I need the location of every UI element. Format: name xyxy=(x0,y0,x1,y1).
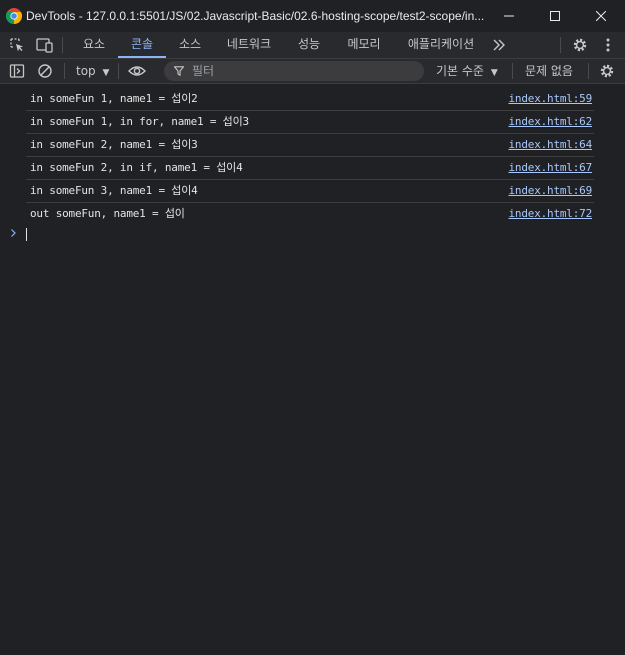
tab-divider xyxy=(560,37,561,53)
minimize-icon xyxy=(504,15,514,17)
toolbar-divider xyxy=(588,63,589,79)
console-message: in someFun 1, in for, name1 = 섭이3 index.… xyxy=(26,111,594,134)
device-toolbar-icon xyxy=(36,38,53,53)
source-link[interactable]: index.html:67 xyxy=(509,157,593,179)
inspect-element-icon xyxy=(10,38,23,52)
close-icon xyxy=(596,11,606,21)
chevron-double-right-icon xyxy=(493,39,505,51)
message-text: in someFun 3, name1 = 섭이4 xyxy=(30,184,198,197)
panel-tabbar: 요소 콘솔 소스 네트워크 성능 메모리 애플리케이션 xyxy=(0,32,625,59)
console-prompt[interactable] xyxy=(10,226,50,242)
text-cursor xyxy=(26,228,27,241)
message-text: in someFun 1, in for, name1 = 섭이3 xyxy=(30,115,249,128)
minimize-button[interactable] xyxy=(486,0,532,32)
maximize-button[interactable] xyxy=(532,0,578,32)
tab-elements[interactable]: 요소 xyxy=(70,32,118,58)
message-text: in someFun 2, name1 = 섭이3 xyxy=(30,138,198,151)
console-toolbar: top ▼ 필터 기본 수준 ▼ 문제 없음 xyxy=(0,59,625,84)
clear-console-button[interactable] xyxy=(34,59,56,83)
device-toolbar-button[interactable] xyxy=(34,32,56,58)
filter-placeholder: 필터 xyxy=(192,64,215,78)
tab-performance[interactable]: 성능 xyxy=(284,32,334,58)
message-text: in someFun 2, in if, name1 = 섭이4 xyxy=(30,161,243,174)
settings-button[interactable] xyxy=(568,32,592,58)
console-message: in someFun 2, name1 = 섭이3 index.html:64 xyxy=(26,134,594,157)
window-title: DevTools - 127.0.0.1:5501/JS/02.Javascri… xyxy=(26,9,485,23)
message-text: out someFun, name1 = 섭이 xyxy=(30,207,185,220)
source-link[interactable]: index.html:72 xyxy=(509,203,593,225)
console-message: in someFun 1, name1 = 섭이2 index.html:59 xyxy=(26,88,594,111)
tab-sources[interactable]: 소스 xyxy=(166,32,214,58)
log-levels-label: 기본 수준 xyxy=(436,64,484,78)
kebab-menu-icon xyxy=(606,38,610,52)
gear-icon xyxy=(600,64,614,78)
console-message: in someFun 3, name1 = 섭이4 index.html:69 xyxy=(26,180,594,203)
maximize-icon xyxy=(550,11,560,21)
chevron-right-icon xyxy=(11,229,16,237)
console-settings-button[interactable] xyxy=(596,59,618,83)
console-messages: in someFun 1, name1 = 섭이2 index.html:59 … xyxy=(0,88,600,225)
chrome-logo-icon xyxy=(6,8,22,24)
sidebar-toggle-icon xyxy=(9,64,25,78)
toolbar-divider xyxy=(64,63,65,79)
tab-network[interactable]: 네트워크 xyxy=(214,32,284,58)
context-label: top xyxy=(76,64,96,78)
clear-console-icon xyxy=(38,64,52,78)
tab-console[interactable]: 콘솔 xyxy=(118,32,166,58)
tab-memory[interactable]: 메모리 xyxy=(334,32,394,58)
toolbar-divider xyxy=(118,63,119,79)
window-titlebar: DevTools - 127.0.0.1:5501/JS/02.Javascri… xyxy=(0,0,625,32)
customize-menu-button[interactable] xyxy=(598,32,618,58)
source-link[interactable]: index.html:69 xyxy=(509,180,593,202)
issues-counter[interactable]: 문제 없음 xyxy=(525,59,573,83)
sidebar-toggle-button[interactable] xyxy=(6,59,28,83)
console-message: out someFun, name1 = 섭이 index.html:72 xyxy=(26,203,594,225)
gear-icon xyxy=(573,38,587,52)
tab-application[interactable]: 애플리케이션 xyxy=(396,32,486,58)
source-link[interactable]: index.html:59 xyxy=(509,88,593,110)
source-link[interactable]: index.html:64 xyxy=(509,134,593,156)
dropdown-arrow-icon: ▼ xyxy=(490,68,498,78)
more-tabs-button[interactable] xyxy=(488,32,510,58)
filter-input[interactable]: 필터 xyxy=(164,61,424,81)
inspect-element-button[interactable] xyxy=(6,32,28,58)
log-levels-dropdown[interactable]: 기본 수준 ▼ xyxy=(436,59,498,85)
live-expression-button[interactable] xyxy=(126,59,148,83)
filter-icon xyxy=(174,66,184,76)
toolbar-divider xyxy=(512,63,513,79)
console-message: in someFun 2, in if, name1 = 섭이4 index.h… xyxy=(26,157,594,180)
close-button[interactable] xyxy=(578,0,624,32)
dropdown-arrow-icon: ▼ xyxy=(102,68,110,78)
live-expression-icon xyxy=(128,66,146,76)
context-selector[interactable]: top ▼ xyxy=(76,59,109,85)
source-link[interactable]: index.html:62 xyxy=(509,111,593,133)
message-text: in someFun 1, name1 = 섭이2 xyxy=(30,92,198,105)
tab-divider xyxy=(62,37,63,53)
